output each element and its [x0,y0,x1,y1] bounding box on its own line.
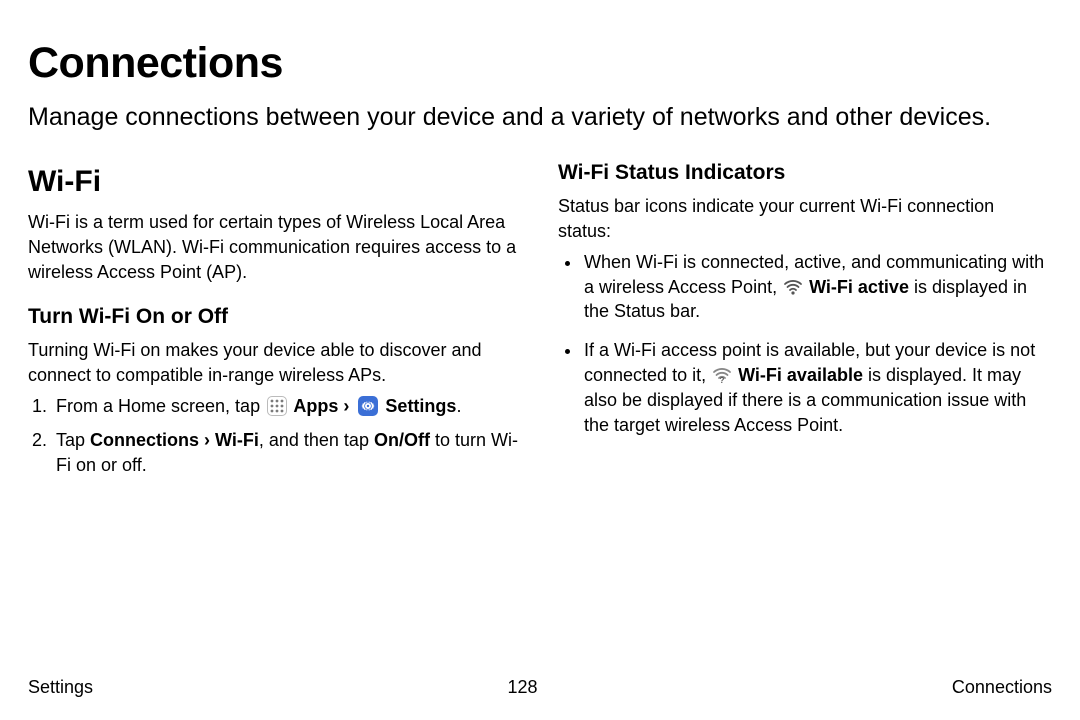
status-indicators-heading: Wi-Fi Status Indicators [558,159,1052,188]
footer-page-number: 128 [507,675,537,700]
step-2: Tap Connections › Wi-Fi, and then tap On… [52,428,522,478]
step1-pre: From a Home screen, tap [56,396,265,416]
turn-wifi-intro: Turning Wi-Fi on makes your device able … [28,338,522,388]
svg-text:?: ? [720,376,725,384]
step2-mid: , and then tap [259,430,374,450]
page-footer: Settings 128 Connections [28,675,1052,700]
page-intro: Manage connections between your device a… [28,101,1052,135]
bullet-wifi-active: When Wi-Fi is connected, active, and com… [582,250,1052,324]
step2-pre: Tap [56,430,90,450]
wifi-active-icon [783,278,803,296]
page-title: Connections [28,34,1052,93]
wifi-available-icon: ? [712,366,732,384]
wifi-heading: Wi-Fi [28,161,522,202]
left-column: Wi-Fi Wi-Fi is a term used for certain t… [28,159,522,488]
apps-icon [267,396,287,416]
right-column: Wi-Fi Status Indicators Status bar icons… [558,159,1052,488]
settings-icon [358,396,378,416]
bullet-wifi-available: If a Wi-Fi access point is available, bu… [582,338,1052,437]
status-indicators-intro: Status bar icons indicate your current W… [558,194,1052,244]
step-1: From a Home screen, tap Apps › Settings. [52,394,522,419]
step2-onoff: On/Off [374,430,430,450]
step1-sep: › [338,396,354,416]
b2-label: Wi-Fi available [733,365,863,385]
footer-left: Settings [28,675,93,700]
step1-post: . [456,396,461,416]
status-bullets: When Wi-Fi is connected, active, and com… [558,250,1052,438]
wifi-intro: Wi-Fi is a term used for certain types o… [28,210,522,284]
turn-wifi-heading: Turn Wi-Fi On or Off [28,303,522,332]
content-columns: Wi-Fi Wi-Fi is a term used for certain t… [28,159,1052,488]
turn-wifi-steps: From a Home screen, tap Apps › Settings.… [28,394,522,478]
b1-label: Wi-Fi active [804,277,909,297]
step1-apps-label: Apps [289,396,338,416]
step1-settings-label: Settings [380,396,456,416]
footer-right: Connections [952,675,1052,700]
step2-path: Connections › Wi-Fi [90,430,259,450]
